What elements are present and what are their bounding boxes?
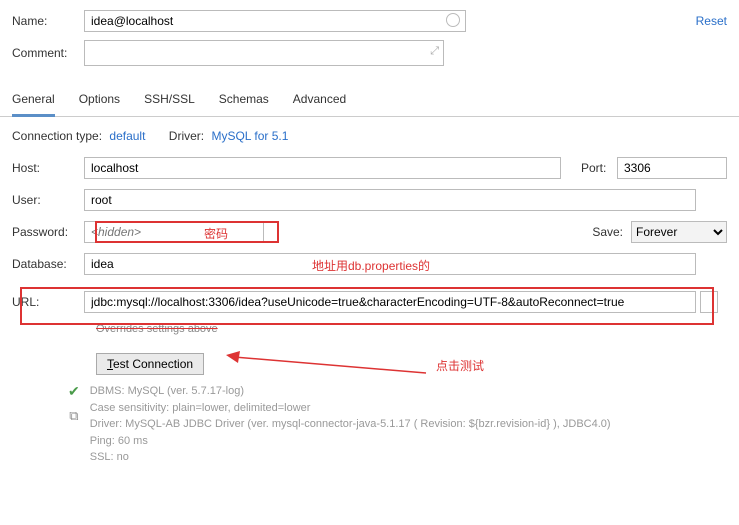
driver-link[interactable]: MySQL for 5.1: [211, 129, 288, 143]
result-ping: Ping: 60 ms: [90, 433, 611, 450]
comment-input[interactable]: ⤢: [84, 40, 444, 66]
user-label: User:: [12, 193, 84, 207]
test-connection-button[interactable]: Test Connection: [96, 353, 204, 375]
host-label: Host:: [12, 161, 84, 175]
url-label: URL:: [12, 295, 84, 309]
password-label: Password:: [12, 225, 84, 239]
driver-label: Driver:: [169, 129, 204, 143]
check-icon: ✔: [68, 383, 80, 400]
tab-schemas[interactable]: Schemas: [219, 86, 269, 116]
host-input[interactable]: [84, 157, 561, 179]
password-input[interactable]: [84, 221, 264, 243]
name-label: Name:: [12, 14, 84, 28]
name-input[interactable]: [84, 10, 466, 32]
status-circle-icon: [446, 13, 460, 27]
tab-options[interactable]: Options: [79, 86, 120, 116]
user-input[interactable]: [84, 189, 696, 211]
tab-advanced[interactable]: Advanced: [293, 86, 346, 116]
database-input[interactable]: [84, 253, 696, 275]
result-dbms: DBMS: MySQL (ver. 5.7.17-log): [90, 383, 611, 400]
reset-link[interactable]: Reset: [696, 14, 727, 28]
url-input[interactable]: [84, 291, 696, 313]
save-label: Save:: [592, 225, 623, 239]
overrides-text: Overrides settings above: [96, 323, 727, 335]
connection-result: DBMS: MySQL (ver. 5.7.17-log) Case sensi…: [90, 383, 611, 466]
port-label: Port:: [581, 161, 617, 175]
connection-type-link[interactable]: default: [109, 129, 145, 143]
database-label: Database:: [12, 257, 84, 271]
tab-ssh-ssl[interactable]: SSH/SSL: [144, 86, 195, 116]
save-select[interactable]: Forever: [631, 221, 727, 243]
copy-icon[interactable]: ⧉: [69, 408, 78, 424]
annotation-test: 点击测试: [436, 357, 484, 374]
tab-bar: General Options SSH/SSL Schemas Advanced: [0, 86, 739, 117]
result-case: Case sensitivity: plain=lower, delimited…: [90, 400, 611, 417]
tab-general[interactable]: General: [12, 86, 55, 117]
result-driver: Driver: MySQL-AB JDBC Driver (ver. mysql…: [90, 416, 611, 433]
connection-type-label: Connection type:: [12, 129, 102, 143]
comment-label: Comment:: [12, 46, 84, 60]
expand-icon[interactable]: ⤢: [430, 45, 439, 58]
port-input[interactable]: [617, 157, 727, 179]
annotation-arrow: [226, 351, 436, 381]
result-ssl: SSL: no: [90, 449, 611, 466]
url-extra-button[interactable]: [700, 291, 718, 313]
